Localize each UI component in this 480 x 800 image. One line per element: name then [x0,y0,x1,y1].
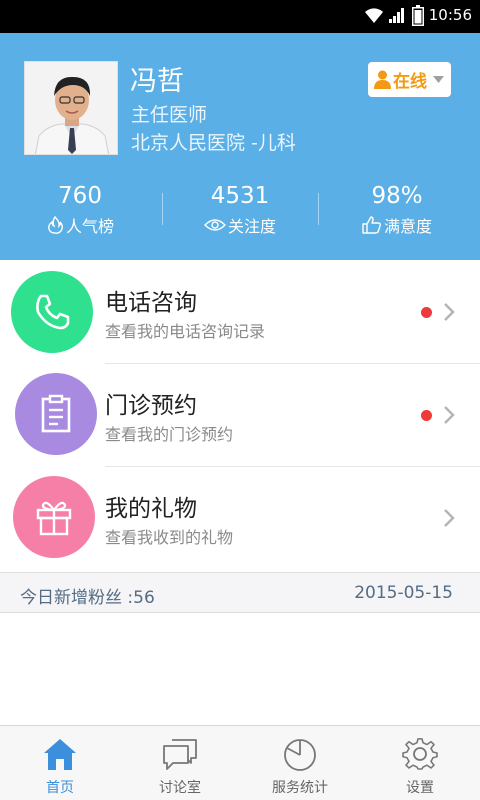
satisfaction-label: 满意度 [383,217,432,236]
menu-title: 门诊预约 [105,393,197,419]
attention-stat[interactable]: 4531 关注度 [160,183,320,237]
home-icon [44,739,76,770]
doctor-avatar[interactable] [24,61,118,155]
doctor-name: 冯哲 [130,66,184,97]
tab-discussion-room[interactable]: 讨论室 [120,726,240,800]
attention-label: 关注度 [227,217,276,236]
satisfaction-stat[interactable]: 98% 满意度 [317,183,477,238]
online-status-label: 在线 [393,72,427,92]
clipboard-icon [41,394,71,433]
gear-icon [402,738,438,770]
chevron-right-icon [444,303,455,321]
tab-label: 设置 [406,780,434,796]
attention-value: 4531 [210,183,270,209]
tab-label: 讨论室 [159,780,201,796]
thumbs-up-icon [362,216,382,234]
tab-home[interactable]: 首页 [0,726,120,800]
menu-title: 我的礼物 [105,496,197,522]
tab-settings[interactable]: 设置 [360,726,480,800]
signal-icon [389,8,404,23]
clock: 10:56 [428,6,472,24]
popularity-stat[interactable]: 760 人气榜 [0,183,160,238]
menu-subtitle: 查看我的门诊预约 [105,425,234,444]
eye-icon [203,219,226,231]
new-fans-bar: 今日新增粉丝 :56 2015-05-15 [0,572,480,613]
chevron-right-icon [444,406,455,424]
doctor-title: 主任医师 [131,104,208,126]
unread-dot [421,307,432,318]
flame-icon [48,216,63,234]
tab-label: 服务统计 [272,780,328,796]
menu-title: 电话咨询 [105,290,197,316]
chevron-down-icon [433,76,444,83]
online-status-dropdown[interactable]: 在线 [368,62,451,97]
satisfaction-value: 98% [371,183,423,209]
doctor-hospital: 北京人民医院 -儿科 [131,132,296,154]
menu-item-phone-consult[interactable]: 电话咨询 查看我的电话咨询记录 [0,261,480,364]
gift-icon [36,501,72,536]
clinic-appointment-badge [15,373,97,455]
phone-icon [36,294,70,330]
new-fans-count: 今日新增粉丝 :56 [20,588,155,608]
popularity-value: 760 [58,183,102,209]
tab-label: 首页 [46,780,74,796]
popularity-label: 人气榜 [65,217,114,236]
chat-icon [163,739,197,770]
pie-chart-icon [284,739,316,771]
my-gifts-badge [13,476,95,558]
bottom-tab-bar: 首页 讨论室 服务统计 设置 [0,725,480,800]
new-fans-date: 2015-05-15 [354,583,453,603]
chevron-right-icon [444,509,455,527]
person-icon [374,70,391,89]
menu-item-clinic-appointment[interactable]: 门诊预约 查看我的门诊预约 [0,364,480,467]
menu-item-my-gifts[interactable]: 我的礼物 查看我收到的礼物 [0,467,480,570]
wifi-icon [365,8,383,23]
doctor-profile-header: 冯哲 主任医师 北京人民医院 -儿科 在线 760 人气榜 4531 关注度 9… [0,33,480,260]
menu-subtitle: 查看我的电话咨询记录 [105,322,266,341]
status-bar: 10:56 [0,0,480,33]
battery-icon [412,5,424,26]
doctor-portrait-image [25,62,117,154]
unread-dot [421,410,432,421]
menu-subtitle: 查看我收到的礼物 [105,528,234,547]
phone-consult-badge [11,271,93,353]
tab-service-stats[interactable]: 服务统计 [240,726,360,800]
